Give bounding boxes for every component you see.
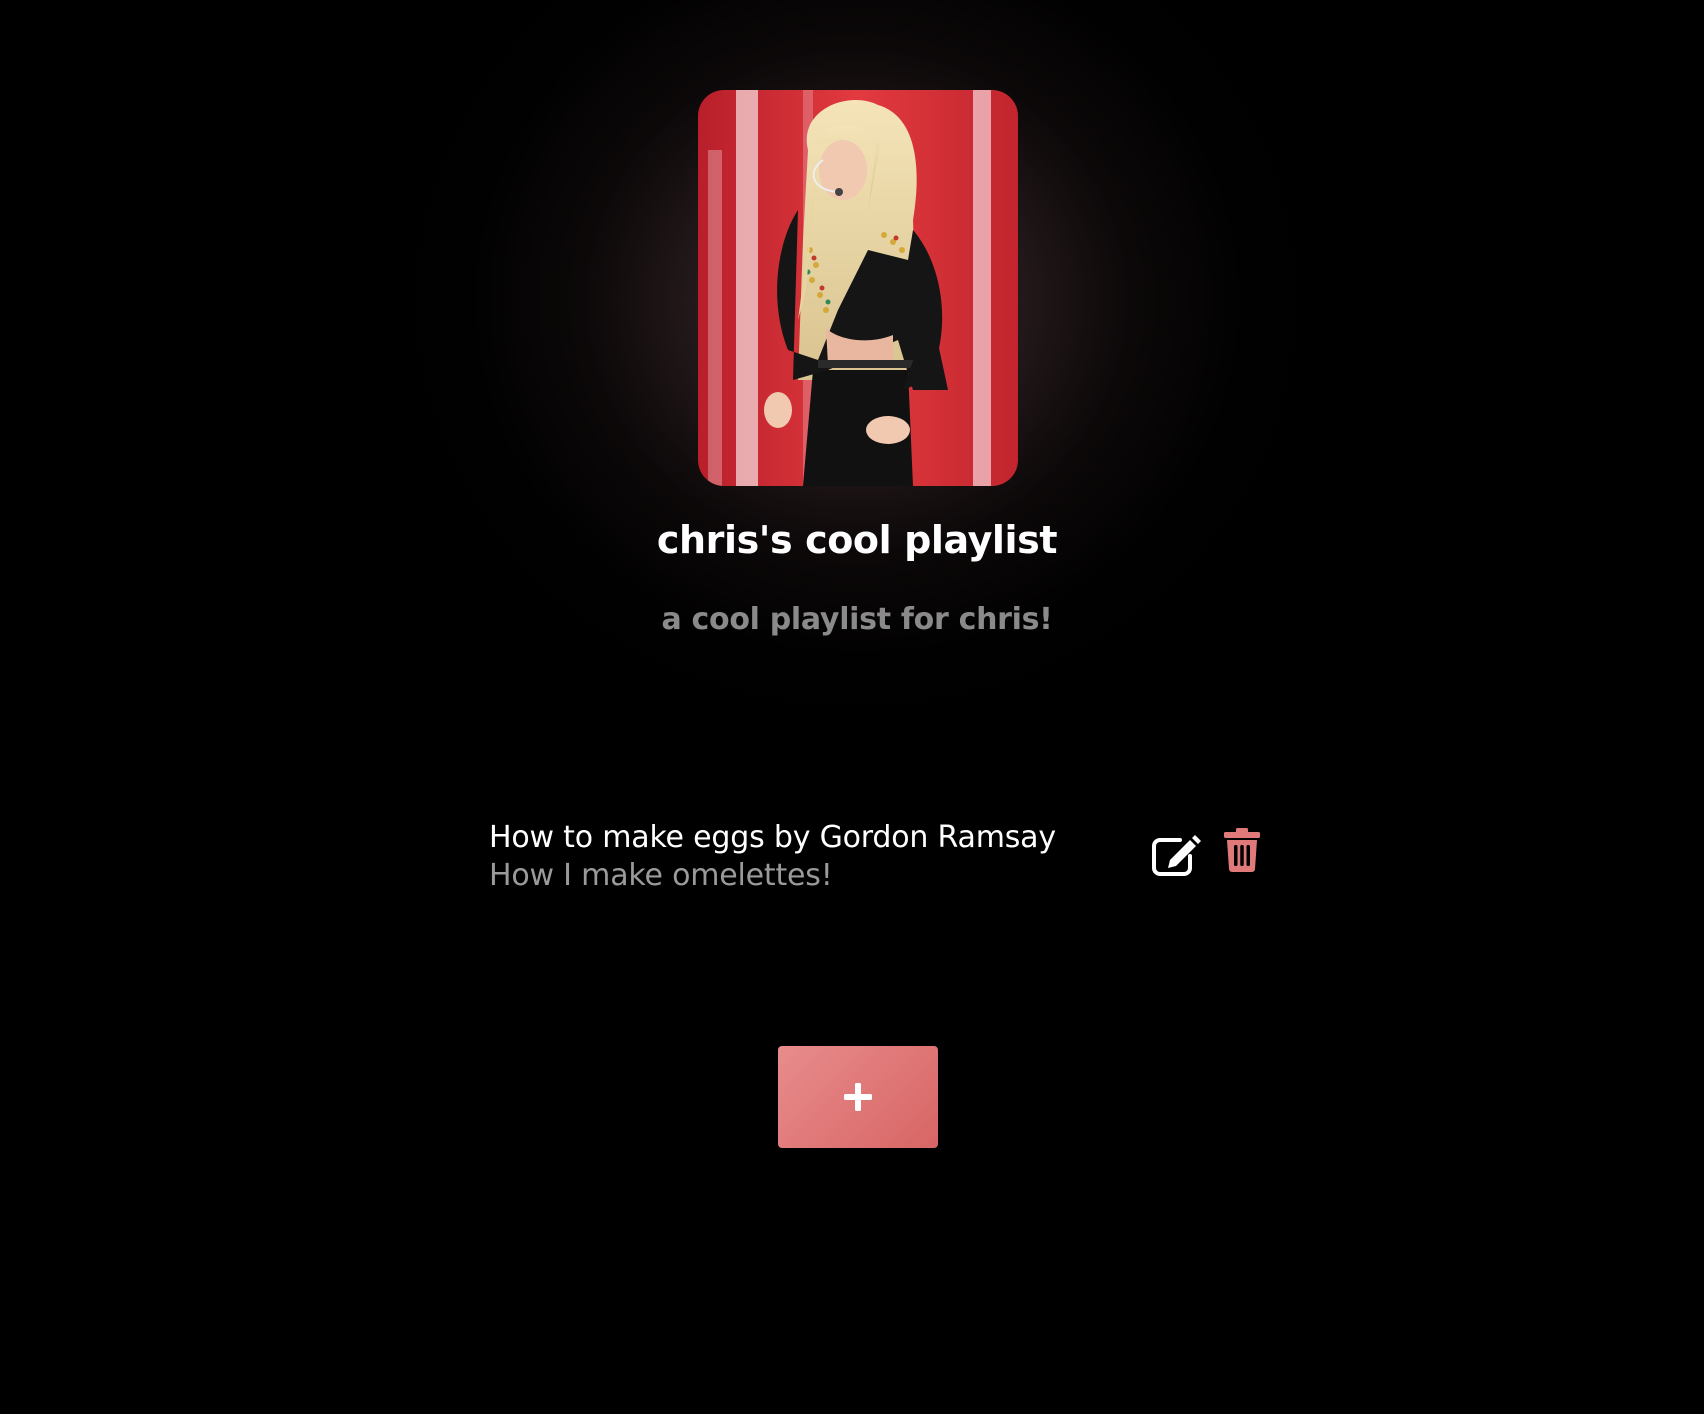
playlist-cover-image [698,90,1018,486]
playlist-description: a cool playlist for chris! [661,602,1053,637]
song-title: How to make eggs by Gordon Ramsay [489,820,1056,855]
edit-song-button[interactable] [1150,832,1202,878]
add-song-button[interactable] [778,1046,938,1148]
song-list-item: How to make eggs by Gordon Ramsay How I … [489,818,1269,898]
song-description: How I make omelettes! [489,858,833,893]
edit-icon [1152,835,1201,876]
plus-icon [844,1083,872,1111]
playlist-title: chris's cool playlist [656,518,1058,562]
playlist-page: chris's cool playlist a cool playlist fo… [0,0,1704,1414]
delete-song-button[interactable] [1223,828,1261,872]
trash-icon [1224,828,1260,872]
